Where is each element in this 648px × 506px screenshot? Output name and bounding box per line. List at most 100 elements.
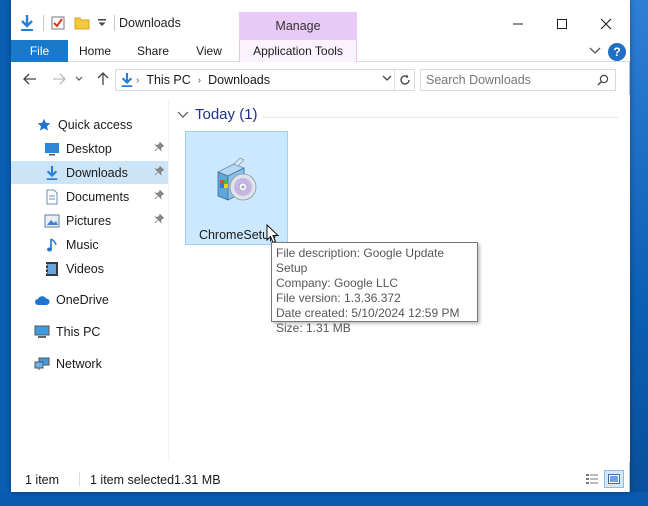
customize-toolbar-dropdown-icon[interactable]	[96, 13, 108, 33]
tab-application-tools[interactable]: Application Tools	[239, 40, 357, 62]
forward-button[interactable]	[48, 68, 70, 90]
music-icon	[43, 236, 61, 254]
quick-access-toolbar	[17, 12, 119, 34]
ribbon-expand-button[interactable]	[589, 40, 601, 62]
desktop-background	[630, 0, 648, 506]
address-bar[interactable]: › This PC › Downloads	[115, 69, 415, 91]
address-history-dropdown[interactable]	[382, 75, 392, 83]
pictures-icon	[43, 212, 61, 230]
sidebar-item-label: Network	[56, 356, 102, 371]
up-button[interactable]	[92, 68, 114, 90]
chevron-down-icon	[382, 75, 392, 81]
navigation-pane: Quick access Desktop Downloads Documents…	[11, 104, 168, 462]
desktop-icon	[43, 140, 61, 158]
videos-icon	[43, 260, 61, 278]
toolbar-separator	[114, 15, 115, 31]
details-view-button[interactable]	[582, 470, 602, 488]
downloads-arrow-icon	[17, 13, 37, 33]
refresh-button[interactable]	[394, 70, 414, 90]
sidebar-item-label: Pictures	[66, 213, 112, 228]
chevron-down-icon	[177, 111, 189, 118]
manage-contextual-tab-header[interactable]: Manage	[239, 12, 357, 40]
sidebar-item-label: Music	[66, 237, 99, 252]
search-icon	[597, 74, 609, 86]
recent-locations-button[interactable]	[72, 68, 86, 90]
back-arrow-icon	[23, 73, 36, 85]
chevron-down-icon	[589, 47, 601, 54]
breadcrumb-downloads[interactable]: Downloads	[208, 73, 270, 87]
pin-icon[interactable]	[154, 165, 165, 179]
toolbar-separator	[43, 15, 44, 31]
sidebar-item-quick-access[interactable]: Quick access	[11, 113, 168, 136]
sidebar-item-label: OneDrive	[56, 292, 109, 307]
up-arrow-icon	[97, 72, 109, 85]
breadcrumb-separator-icon[interactable]: ›	[136, 75, 139, 86]
large-icons-view-button[interactable]	[604, 470, 624, 488]
file-explorer-window: Downloads Manage File Home Share View Ap…	[11, 0, 630, 492]
group-label: Today (1)	[195, 106, 258, 123]
sidebar-item-label: Downloads	[66, 165, 128, 180]
window-title: Downloads	[119, 16, 181, 30]
computer-icon	[33, 323, 51, 341]
tooltip-company: Company: Google LLC	[276, 276, 399, 290]
large-icons-view-icon	[608, 474, 620, 484]
sidebar-item-desktop[interactable]: Desktop	[11, 137, 168, 160]
sidebar-item-videos[interactable]: Videos	[11, 257, 168, 280]
navigation-bar: › This PC › Downloads Search Downloads	[11, 66, 630, 92]
status-bar: 1 item 1 item selected 1.31 MB	[11, 468, 630, 490]
pin-icon[interactable]	[154, 189, 165, 203]
sidebar-item-label: Desktop	[66, 141, 112, 156]
pane-divider[interactable]	[168, 100, 169, 462]
pin-icon[interactable]	[154, 141, 165, 155]
sidebar-item-label: Videos	[66, 261, 104, 276]
properties-icon[interactable]	[48, 13, 68, 33]
cloud-icon	[33, 291, 51, 309]
close-button[interactable]	[583, 12, 629, 36]
search-input[interactable]: Search Downloads	[426, 73, 531, 87]
help-button[interactable]: ?	[608, 41, 626, 63]
maximize-button[interactable]	[539, 12, 585, 36]
status-separator	[79, 472, 80, 486]
vertical-scrollbar[interactable]	[618, 95, 630, 462]
minimize-button[interactable]	[495, 12, 541, 36]
new-folder-icon[interactable]	[72, 13, 92, 33]
title-bar: Downloads Manage	[11, 0, 630, 40]
tab-file[interactable]: File	[11, 40, 68, 62]
documents-icon	[43, 188, 61, 206]
refresh-icon	[399, 74, 410, 85]
sidebar-item-music[interactable]: Music	[11, 233, 168, 256]
tab-view[interactable]: View	[187, 40, 231, 62]
tab-home[interactable]: Home	[73, 40, 117, 62]
desktop-background-bottom	[0, 492, 648, 506]
forward-arrow-icon	[53, 73, 66, 85]
file-info-tooltip: File description: Google Update Setup Co…	[271, 242, 478, 335]
downloads-icon	[43, 164, 61, 182]
network-icon	[33, 355, 51, 373]
status-selection-size: 1.31 MB	[174, 473, 221, 487]
breadcrumb-separator-icon[interactable]: ›	[198, 75, 201, 86]
installer-icon	[210, 154, 264, 211]
help-icon: ?	[608, 43, 626, 61]
sidebar-item-documents[interactable]: Documents	[11, 185, 168, 208]
sidebar-item-network[interactable]: Network	[11, 352, 168, 375]
breadcrumb-this-pc[interactable]: This PC	[146, 73, 190, 87]
tooltip-size: Size: 1.31 MB	[276, 321, 351, 335]
sidebar-item-pictures[interactable]: Pictures	[11, 209, 168, 232]
back-button[interactable]	[19, 68, 41, 90]
pin-icon[interactable]	[154, 213, 165, 227]
downloads-location-icon	[120, 72, 134, 88]
sidebar-item-downloads[interactable]: Downloads	[11, 161, 168, 184]
search-box[interactable]: Search Downloads	[420, 69, 616, 91]
sidebar-item-onedrive[interactable]: OneDrive	[11, 288, 168, 311]
group-header-today[interactable]: Today (1)	[177, 106, 258, 123]
star-icon	[35, 116, 53, 134]
sidebar-item-label: Documents	[66, 189, 130, 204]
tooltip-version: File version: 1.3.36.372	[276, 291, 401, 305]
ribbon-tab-bar: File Home Share View Application Tools	[11, 40, 630, 62]
chevron-down-icon	[75, 76, 83, 81]
sidebar-item-this-pc[interactable]: This PC	[11, 320, 168, 343]
status-item-count: 1 item	[25, 473, 60, 487]
maximize-icon	[557, 19, 567, 29]
tab-share[interactable]: Share	[131, 40, 175, 62]
sidebar-item-label: This PC	[56, 324, 101, 339]
